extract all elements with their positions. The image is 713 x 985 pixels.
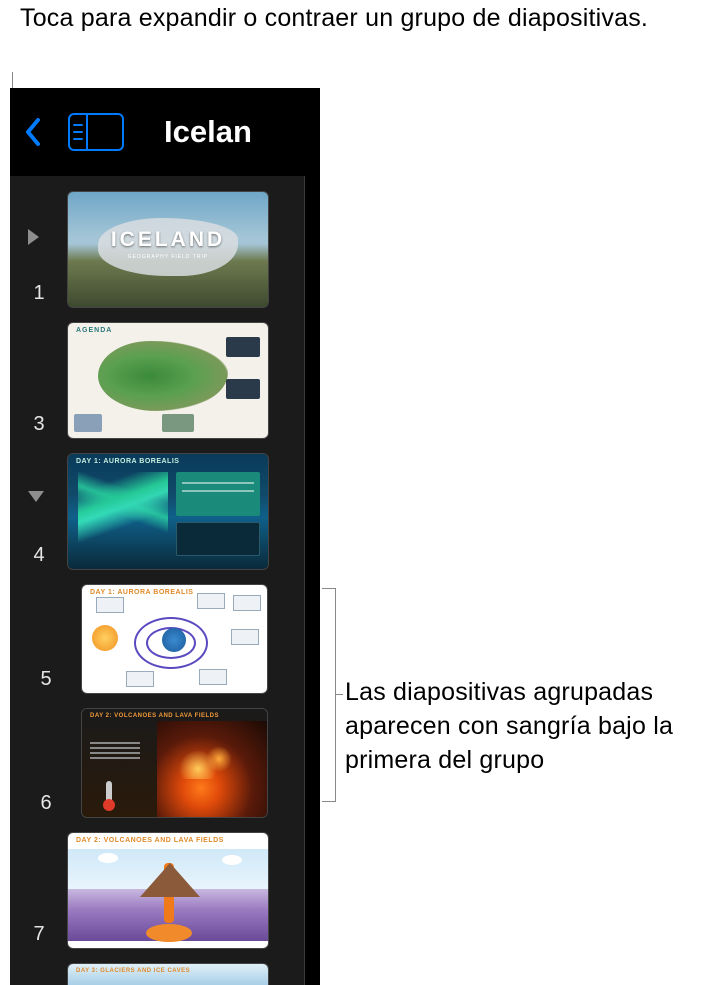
slide-title-text: ICELAND: [68, 228, 268, 252]
slide-thumbnail[interactable]: DAY 3: GLACIERS AND ICE CAVES: [68, 964, 268, 985]
toolbar: Icelan: [10, 88, 320, 176]
slide-thumbnail[interactable]: AGENDA: [68, 323, 268, 438]
callout-bracket-stem: [336, 694, 343, 695]
slide-number: 1: [33, 282, 44, 305]
view-options-button[interactable]: [68, 113, 124, 151]
slide-header-text: DAY 3: GLACIERS AND ICE CAVES: [76, 968, 190, 974]
slide-thumbnail[interactable]: DAY 1: AURORA BOREALIS: [82, 585, 267, 693]
slide-thumbnail[interactable]: DAY 1: AURORA BOREALIS: [68, 454, 268, 569]
disclosure-triangle-expanded[interactable]: [28, 491, 44, 502]
chevron-left-icon: [24, 117, 42, 147]
slide-row-indented[interactable]: 5 DAY 1: AURORA BOREALIS: [10, 585, 304, 693]
slide-row[interactable]: 7 DAY 2: VOLCANOES AND LAVA FIELDS: [10, 833, 304, 948]
slide-thumbnail[interactable]: ICELAND GEOGRAPHY FIELD TRIP: [68, 192, 268, 307]
slide-header-text: AGENDA: [76, 327, 112, 334]
slide-row[interactable]: 4 DAY 1: AURORA BOREALIS: [10, 454, 304, 569]
slide-header-text: DAY 2: VOLCANOES AND LAVA FIELDS: [90, 713, 219, 719]
document-title: Icelan: [164, 114, 252, 150]
slide-header-text: DAY 1: AURORA BOREALIS: [76, 458, 179, 465]
slide-row-indented[interactable]: 6 DAY 2: VOLCANOES AND LAVA FIELDS: [10, 709, 304, 817]
slide-row[interactable]: 3 AGENDA: [10, 323, 304, 438]
slide-subtitle-text: GEOGRAPHY FIELD TRIP: [68, 254, 268, 260]
slide-number: 4: [33, 544, 44, 567]
slide-thumbnail[interactable]: DAY 2: VOLCANOES AND LAVA FIELDS: [82, 709, 267, 817]
slide-thumbnail[interactable]: DAY 2: VOLCANOES AND LAVA FIELDS: [68, 833, 268, 948]
callout-bracket: [322, 588, 336, 802]
slide-navigator[interactable]: 1 ICELAND GEOGRAPHY FIELD TRIP 3 AGENDA: [10, 176, 305, 985]
slide-number: 6: [40, 792, 51, 815]
back-button[interactable]: [20, 112, 46, 152]
slide-header-text: DAY 1: AURORA BOREALIS: [90, 589, 193, 596]
slide-number: 3: [33, 413, 44, 436]
slide-row[interactable]: DAY 3: GLACIERS AND ICE CAVES: [10, 964, 304, 985]
slide-header-text: DAY 2: VOLCANOES AND LAVA FIELDS: [76, 837, 224, 844]
callout-right: Las diapositivas agrupadas aparecen con …: [345, 676, 713, 777]
slide-number: 5: [40, 668, 51, 691]
slide-number: 7: [33, 923, 44, 946]
callout-top: Toca para expandir o contraer un grupo d…: [20, 2, 648, 36]
disclosure-triangle-collapsed[interactable]: [28, 229, 39, 245]
keynote-app: Icelan 1 ICELAND GEOGRAPHY FIELD TRIP 3 …: [10, 88, 320, 985]
navigator-icon: [70, 115, 88, 149]
slide-row[interactable]: 1 ICELAND GEOGRAPHY FIELD TRIP: [10, 192, 304, 307]
